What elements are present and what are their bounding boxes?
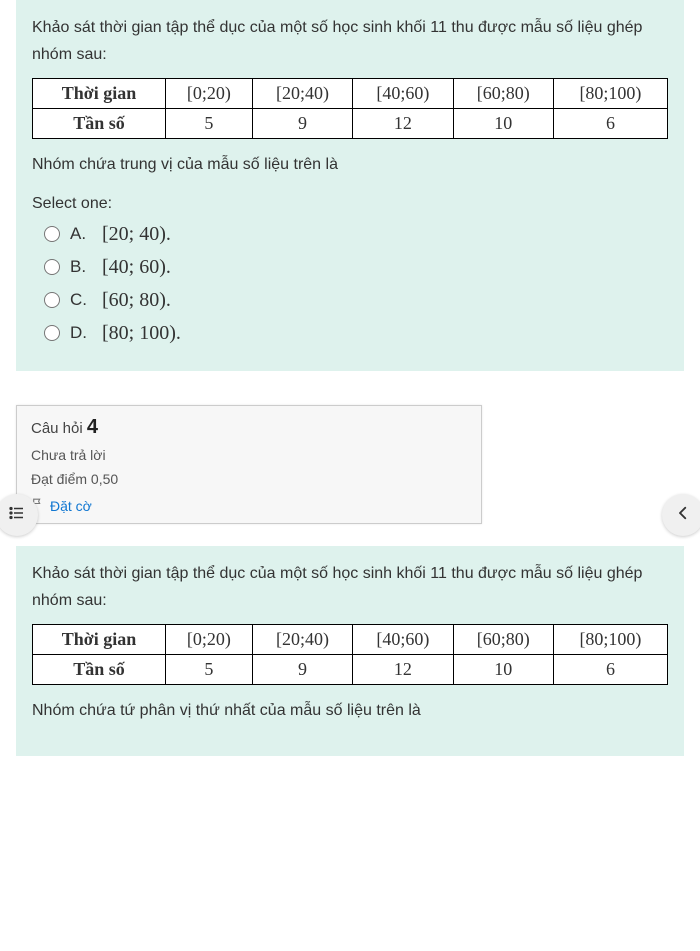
table-header-freq: Tần số: [33, 109, 166, 139]
list-icon: [8, 504, 26, 527]
option-letter: D.: [70, 323, 92, 343]
table-cell: 9: [252, 109, 352, 139]
option-letter: B.: [70, 257, 92, 277]
table-cell: [60;80): [453, 79, 553, 109]
table-header-time: Thời gian: [33, 624, 166, 654]
table-row: Tần số 5 9 12 10 6: [33, 109, 668, 139]
option-letter: C.: [70, 290, 92, 310]
table-row: Tần số 5 9 12 10 6: [33, 654, 668, 684]
table-header-freq: Tần số: [33, 654, 166, 684]
table-cell: [80;100): [553, 624, 667, 654]
question-number: 4: [87, 416, 98, 438]
table-cell: 6: [553, 654, 667, 684]
table-cell: 6: [553, 109, 667, 139]
table-cell: 9: [252, 654, 352, 684]
flag-question[interactable]: Đặt cờ: [31, 497, 467, 515]
question-4-prompt: Khảo sát thời gian tập thể dục của một s…: [32, 560, 668, 614]
option-text: [80; 100).: [102, 322, 181, 345]
table-row: Thời gian [0;20) [20;40) [40;60) [60;80)…: [33, 79, 668, 109]
answer-status: Chưa trả lời: [31, 447, 467, 463]
table-cell: [0;20): [166, 624, 253, 654]
table-cell: 10: [453, 654, 553, 684]
chevron-left-icon: [674, 504, 692, 527]
table-cell: 5: [166, 654, 253, 684]
question-3-table: Thời gian [0;20) [20;40) [40;60) [60;80)…: [32, 78, 668, 139]
option-b[interactable]: B. [40; 60).: [44, 256, 668, 279]
table-cell: 12: [353, 109, 453, 139]
table-cell: 5: [166, 109, 253, 139]
table-cell: [80;100): [553, 79, 667, 109]
option-c-radio[interactable]: [44, 292, 60, 308]
option-b-radio[interactable]: [44, 259, 60, 275]
question-4-content: Khảo sát thời gian tập thể dục của một s…: [16, 546, 684, 757]
option-a[interactable]: A. [20; 40).: [44, 223, 668, 246]
table-cell: [60;80): [453, 624, 553, 654]
question-3-subprompt: Nhóm chứa trung vị của mẫu số liệu trên …: [32, 151, 668, 178]
flag-link[interactable]: Đặt cờ: [50, 498, 92, 514]
option-text: [20; 40).: [102, 223, 171, 246]
option-text: [60; 80).: [102, 289, 171, 312]
option-text: [40; 60).: [102, 256, 171, 279]
collapse-button[interactable]: [662, 494, 700, 536]
question-3-options: A. [20; 40). B. [40; 60). C. [60; 80). D…: [32, 223, 668, 345]
table-cell: [20;40): [252, 79, 352, 109]
table-cell: 10: [453, 109, 553, 139]
question-3-content: Khảo sát thời gian tập thể dục của một s…: [16, 0, 684, 371]
option-d[interactable]: D. [80; 100).: [44, 322, 668, 345]
option-c[interactable]: C. [60; 80).: [44, 289, 668, 312]
option-a-radio[interactable]: [44, 226, 60, 242]
question-4-info: Câu hỏi 4 Chưa trả lời Đạt điểm 0,50 Đặt…: [16, 405, 482, 524]
question-title: Câu hỏi 4: [31, 416, 467, 439]
option-letter: A.: [70, 224, 92, 244]
table-cell: [40;60): [353, 624, 453, 654]
question-title-prefix: Câu hỏi: [31, 420, 87, 437]
table-cell: 12: [353, 654, 453, 684]
question-3-prompt: Khảo sát thời gian tập thể dục của một s…: [32, 14, 668, 68]
table-cell: [20;40): [252, 624, 352, 654]
quiz-navigation-button[interactable]: [0, 494, 38, 536]
select-one-label: Select one:: [32, 195, 668, 213]
table-cell: [40;60): [353, 79, 453, 109]
table-header-time: Thời gian: [33, 79, 166, 109]
question-4-table: Thời gian [0;20) [20;40) [40;60) [60;80)…: [32, 624, 668, 685]
marks-label: Đạt điểm 0,50: [31, 471, 467, 487]
table-row: Thời gian [0;20) [20;40) [40;60) [60;80)…: [33, 624, 668, 654]
question-4-subprompt: Nhóm chứa tứ phân vị thứ nhất của mẫu số…: [32, 697, 668, 724]
option-d-radio[interactable]: [44, 325, 60, 341]
table-cell: [0;20): [166, 79, 253, 109]
